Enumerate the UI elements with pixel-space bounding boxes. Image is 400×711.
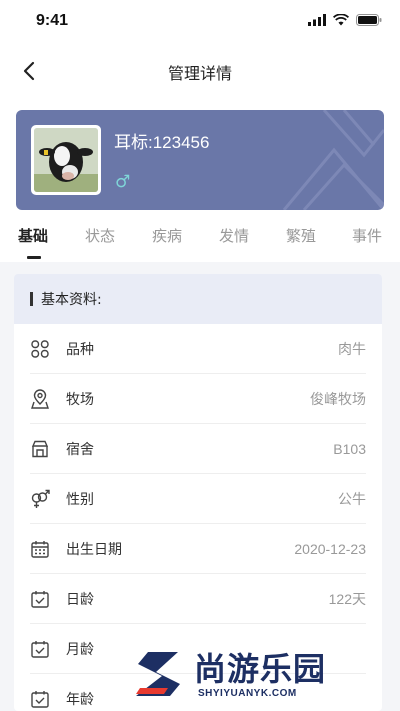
tab-active-indicator bbox=[27, 256, 41, 259]
status-icons bbox=[308, 14, 382, 26]
house-icon bbox=[30, 439, 50, 459]
info-row-dorm: 宿舍 B103 bbox=[30, 424, 366, 474]
calendar-check-icon bbox=[30, 639, 50, 659]
tab-disease[interactable]: 疾病 bbox=[152, 225, 182, 246]
row-label: 日龄 bbox=[66, 591, 94, 608]
profile-card: 耳标:123456 ♂ bbox=[16, 110, 384, 210]
info-row-birthdate: 出生日期 2020-12-23 bbox=[30, 524, 366, 574]
row-label: 性别 bbox=[66, 491, 94, 508]
tab-breeding[interactable]: 繁殖 bbox=[286, 225, 316, 246]
tab-status[interactable]: 状态 bbox=[85, 225, 115, 246]
row-value: 2020-12-23 bbox=[294, 540, 366, 557]
row-value: 肉牛 bbox=[338, 340, 366, 357]
row-label: 月龄 bbox=[66, 641, 94, 658]
wifi-icon bbox=[333, 14, 349, 26]
ear-tag-label: 耳标:123456 bbox=[114, 133, 210, 152]
status-time: 9:41 bbox=[36, 12, 69, 29]
watermark: 尚游乐园 SHYIYUANYK.COM bbox=[120, 640, 400, 711]
card-decoration bbox=[282, 110, 384, 210]
tab-basic[interactable]: 基础 bbox=[18, 225, 48, 246]
row-label: 年龄 bbox=[66, 692, 94, 708]
status-bar: 9:41 bbox=[0, 0, 400, 46]
calendar-check-icon bbox=[30, 589, 50, 609]
tab-bar: 基础 状态 疾病 发情 繁殖 事件 bbox=[0, 220, 400, 260]
info-row-farm: 牧场 俊峰牧场 bbox=[30, 374, 366, 424]
header-accent-bar bbox=[30, 292, 33, 306]
row-value: 公牛 bbox=[338, 490, 366, 507]
calendar-icon bbox=[30, 539, 50, 559]
category-icon bbox=[30, 339, 50, 359]
tab-events[interactable]: 事件 bbox=[352, 225, 382, 246]
location-icon bbox=[30, 388, 50, 409]
row-label: 牧场 bbox=[66, 391, 94, 408]
tab-estrus[interactable]: 发情 bbox=[219, 225, 249, 246]
gender-icon bbox=[30, 489, 50, 509]
calendar-check-icon bbox=[30, 689, 50, 709]
watermark-url: SHYIYUANYK.COM bbox=[198, 688, 297, 699]
nav-bar: 管理详情 bbox=[0, 46, 400, 96]
info-row-gender: 性别 公牛 bbox=[30, 474, 366, 524]
row-value: 122天 bbox=[328, 590, 366, 607]
panel-header: 基本资料: bbox=[14, 274, 382, 324]
row-label: 品种 bbox=[66, 341, 94, 358]
avatar bbox=[31, 125, 101, 195]
panel-title: 基本资料: bbox=[41, 292, 102, 308]
male-icon: ♂ bbox=[115, 172, 131, 192]
page-title: 管理详情 bbox=[167, 64, 232, 83]
cow-photo bbox=[34, 128, 98, 192]
battery-icon bbox=[356, 14, 382, 26]
info-row-breed: 品种 肉牛 bbox=[30, 324, 366, 374]
row-label: 宿舍 bbox=[66, 441, 94, 458]
watermark-logo bbox=[136, 652, 180, 696]
info-row-age-days: 日龄 122天 bbox=[30, 574, 366, 624]
signal-icon bbox=[308, 14, 326, 26]
row-value: 俊峰牧场 bbox=[310, 390, 366, 407]
row-value: B103 bbox=[333, 440, 366, 457]
watermark-title: 尚游乐园 bbox=[194, 650, 327, 688]
row-label: 出生日期 bbox=[66, 541, 122, 558]
